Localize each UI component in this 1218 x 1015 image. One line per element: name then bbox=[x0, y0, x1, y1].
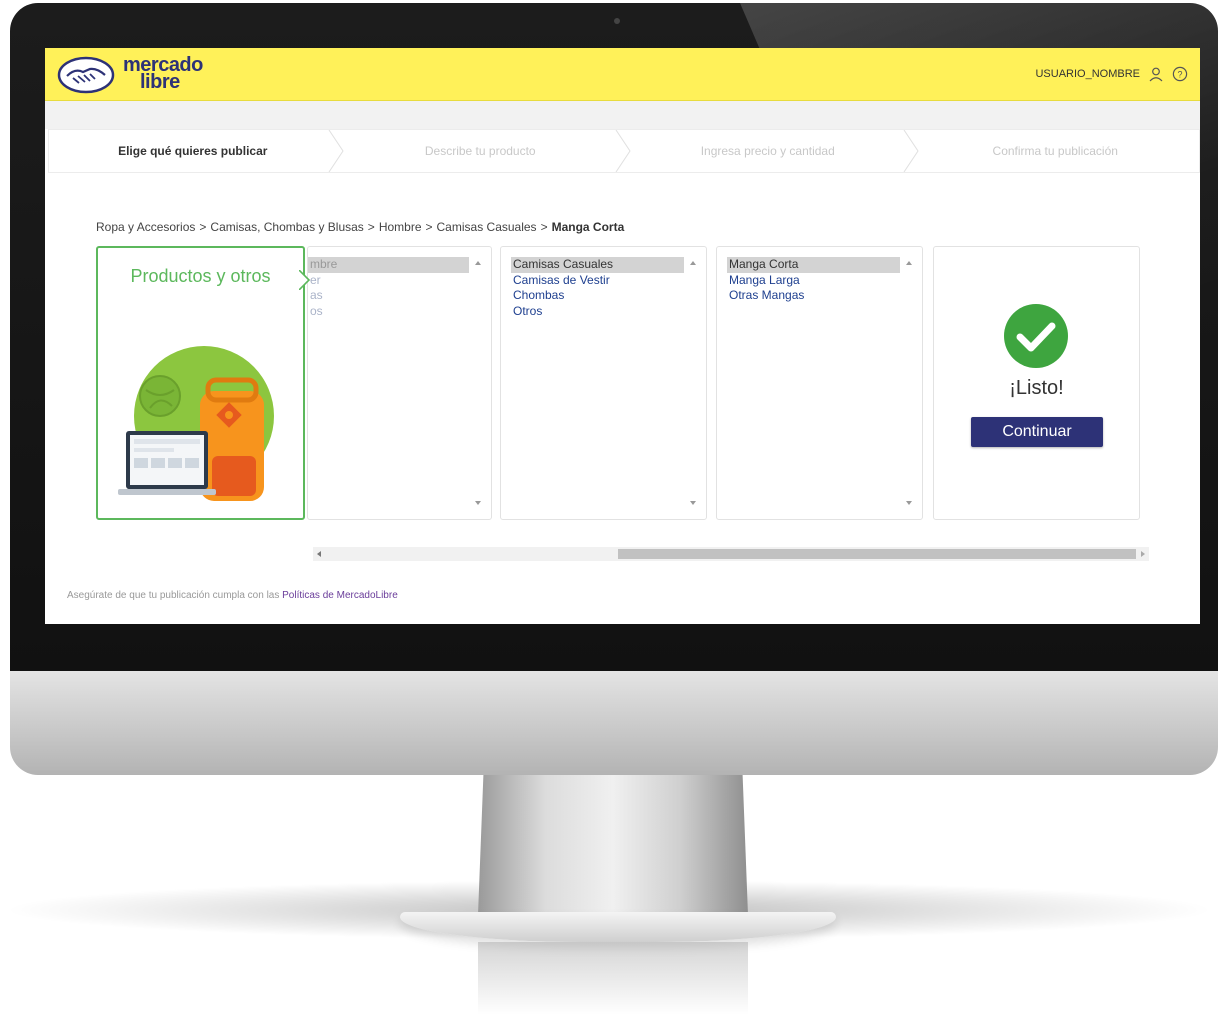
breadcrumb-separator: > bbox=[367, 220, 375, 234]
step-label: Ingresa precio y cantidad bbox=[700, 144, 835, 158]
step-confirm: Confirma tu publicación bbox=[912, 130, 1200, 172]
list-item[interactable]: Camisas Casuales bbox=[511, 257, 684, 273]
scroll-up-icon[interactable] bbox=[690, 261, 696, 265]
category-title: Productos y otros bbox=[130, 266, 271, 286]
user-icon[interactable] bbox=[1148, 66, 1164, 82]
list-item[interactable]: Camisas de Vestir bbox=[511, 273, 684, 289]
username-label[interactable]: USUARIO_NOMBRE bbox=[1035, 68, 1140, 80]
scroll-right-icon[interactable] bbox=[1141, 551, 1145, 557]
tile-pointer-icon bbox=[299, 270, 311, 290]
list: Manga Corta Manga Larga Otras Mangas bbox=[727, 257, 900, 304]
list-item[interactable]: er bbox=[308, 273, 469, 289]
horizontal-scrollbar[interactable] bbox=[313, 547, 1149, 561]
scroll-up-icon[interactable] bbox=[906, 261, 912, 265]
breadcrumb-item[interactable]: Camisas, Chombas y Blusas bbox=[210, 220, 363, 234]
category-tile-products[interactable]: Productos y otros bbox=[96, 246, 305, 520]
vertical-scrollbar[interactable] bbox=[904, 257, 916, 509]
help-icon[interactable]: ? bbox=[1172, 66, 1188, 82]
breadcrumb: Ropa y Accesorios > Camisas, Chombas y B… bbox=[96, 220, 624, 234]
webcam-icon bbox=[614, 18, 620, 24]
vertical-scrollbar[interactable] bbox=[688, 257, 700, 509]
scroll-down-icon[interactable] bbox=[906, 501, 912, 505]
step-choose: Elige qué quieres publicar bbox=[49, 130, 344, 172]
step-chevron-icon bbox=[903, 130, 919, 172]
step-price: Ingresa precio y cantidad bbox=[624, 130, 919, 172]
list-item[interactable]: mbre bbox=[308, 257, 469, 273]
list: Camisas Casuales Camisas de Vestir Chomb… bbox=[511, 257, 684, 319]
breadcrumb-item[interactable]: Camisas Casuales bbox=[437, 220, 537, 234]
monitor-stand bbox=[478, 775, 748, 915]
step-describe: Describe tu producto bbox=[337, 130, 631, 172]
list-item[interactable]: as bbox=[308, 288, 469, 304]
list: mbre er as os bbox=[308, 257, 469, 319]
browser-screen: mercado libre USUARIO_NOMBRE ? Elige qué… bbox=[45, 48, 1200, 624]
continue-button[interactable]: Continuar bbox=[971, 417, 1103, 447]
list-item[interactable]: Manga Larga bbox=[727, 273, 900, 289]
breadcrumb-separator: > bbox=[540, 220, 548, 234]
scroll-left-icon[interactable] bbox=[317, 551, 321, 557]
step-label: Elige qué quieres publicar bbox=[118, 144, 268, 158]
footer-note: Asegúrate de que tu publicación cumpla c… bbox=[67, 590, 398, 601]
list-item[interactable]: Otros bbox=[511, 304, 684, 320]
ready-label: ¡Listo! bbox=[1009, 377, 1064, 399]
list-item[interactable]: os bbox=[308, 304, 469, 320]
step-chevron-icon bbox=[615, 130, 631, 172]
list-item[interactable]: Otras Mangas bbox=[727, 288, 900, 304]
scroll-down-icon[interactable] bbox=[475, 501, 481, 505]
header-spacer bbox=[45, 101, 1200, 129]
backpack-laptop-illustration-icon bbox=[118, 346, 274, 501]
list-item[interactable]: Manga Corta bbox=[727, 257, 900, 273]
user-menu[interactable]: USUARIO_NOMBRE ? bbox=[1035, 66, 1188, 82]
category-list-level-2[interactable]: Camisas Casuales Camisas de Vestir Chomb… bbox=[500, 246, 707, 520]
ready-panel: ¡Listo! Continuar bbox=[933, 246, 1140, 520]
scroll-up-icon[interactable] bbox=[475, 261, 481, 265]
stand-reflection bbox=[478, 942, 748, 1015]
site-header: mercado libre USUARIO_NOMBRE ? bbox=[45, 48, 1200, 101]
breadcrumb-item[interactable]: Hombre bbox=[379, 220, 422, 234]
step-chevron-icon bbox=[328, 130, 344, 172]
list-item[interactable]: Chombas bbox=[511, 288, 684, 304]
breadcrumb-separator: > bbox=[199, 220, 207, 234]
category-list-level-1[interactable]: mbre er as os bbox=[307, 246, 492, 520]
handshake-logo-icon[interactable] bbox=[57, 56, 115, 94]
breadcrumb-item[interactable]: Ropa y Accesorios bbox=[96, 220, 195, 234]
policies-link[interactable]: Políticas de MercadoLibre bbox=[282, 590, 398, 601]
publication-steps: Elige qué quieres publicar Describe tu p… bbox=[48, 129, 1200, 173]
vertical-scrollbar[interactable] bbox=[473, 257, 485, 509]
breadcrumb-separator: > bbox=[425, 220, 433, 234]
logo-line-2: libre bbox=[140, 71, 180, 93]
check-circle-icon bbox=[1004, 304, 1068, 368]
logo-wordmark[interactable]: mercado libre bbox=[123, 55, 203, 93]
monitor-chin bbox=[10, 671, 1218, 775]
svg-text:?: ? bbox=[1177, 69, 1182, 79]
category-list-level-3[interactable]: Manga Corta Manga Larga Otras Mangas bbox=[716, 246, 923, 520]
scrollbar-thumb[interactable] bbox=[618, 549, 1136, 559]
step-label: Describe tu producto bbox=[424, 144, 536, 158]
scroll-down-icon[interactable] bbox=[690, 501, 696, 505]
footer-text: Asegúrate de que tu publicación cumpla c… bbox=[67, 590, 280, 601]
step-label: Confirma tu publicación bbox=[992, 144, 1118, 158]
breadcrumb-current: Manga Corta bbox=[551, 220, 625, 234]
